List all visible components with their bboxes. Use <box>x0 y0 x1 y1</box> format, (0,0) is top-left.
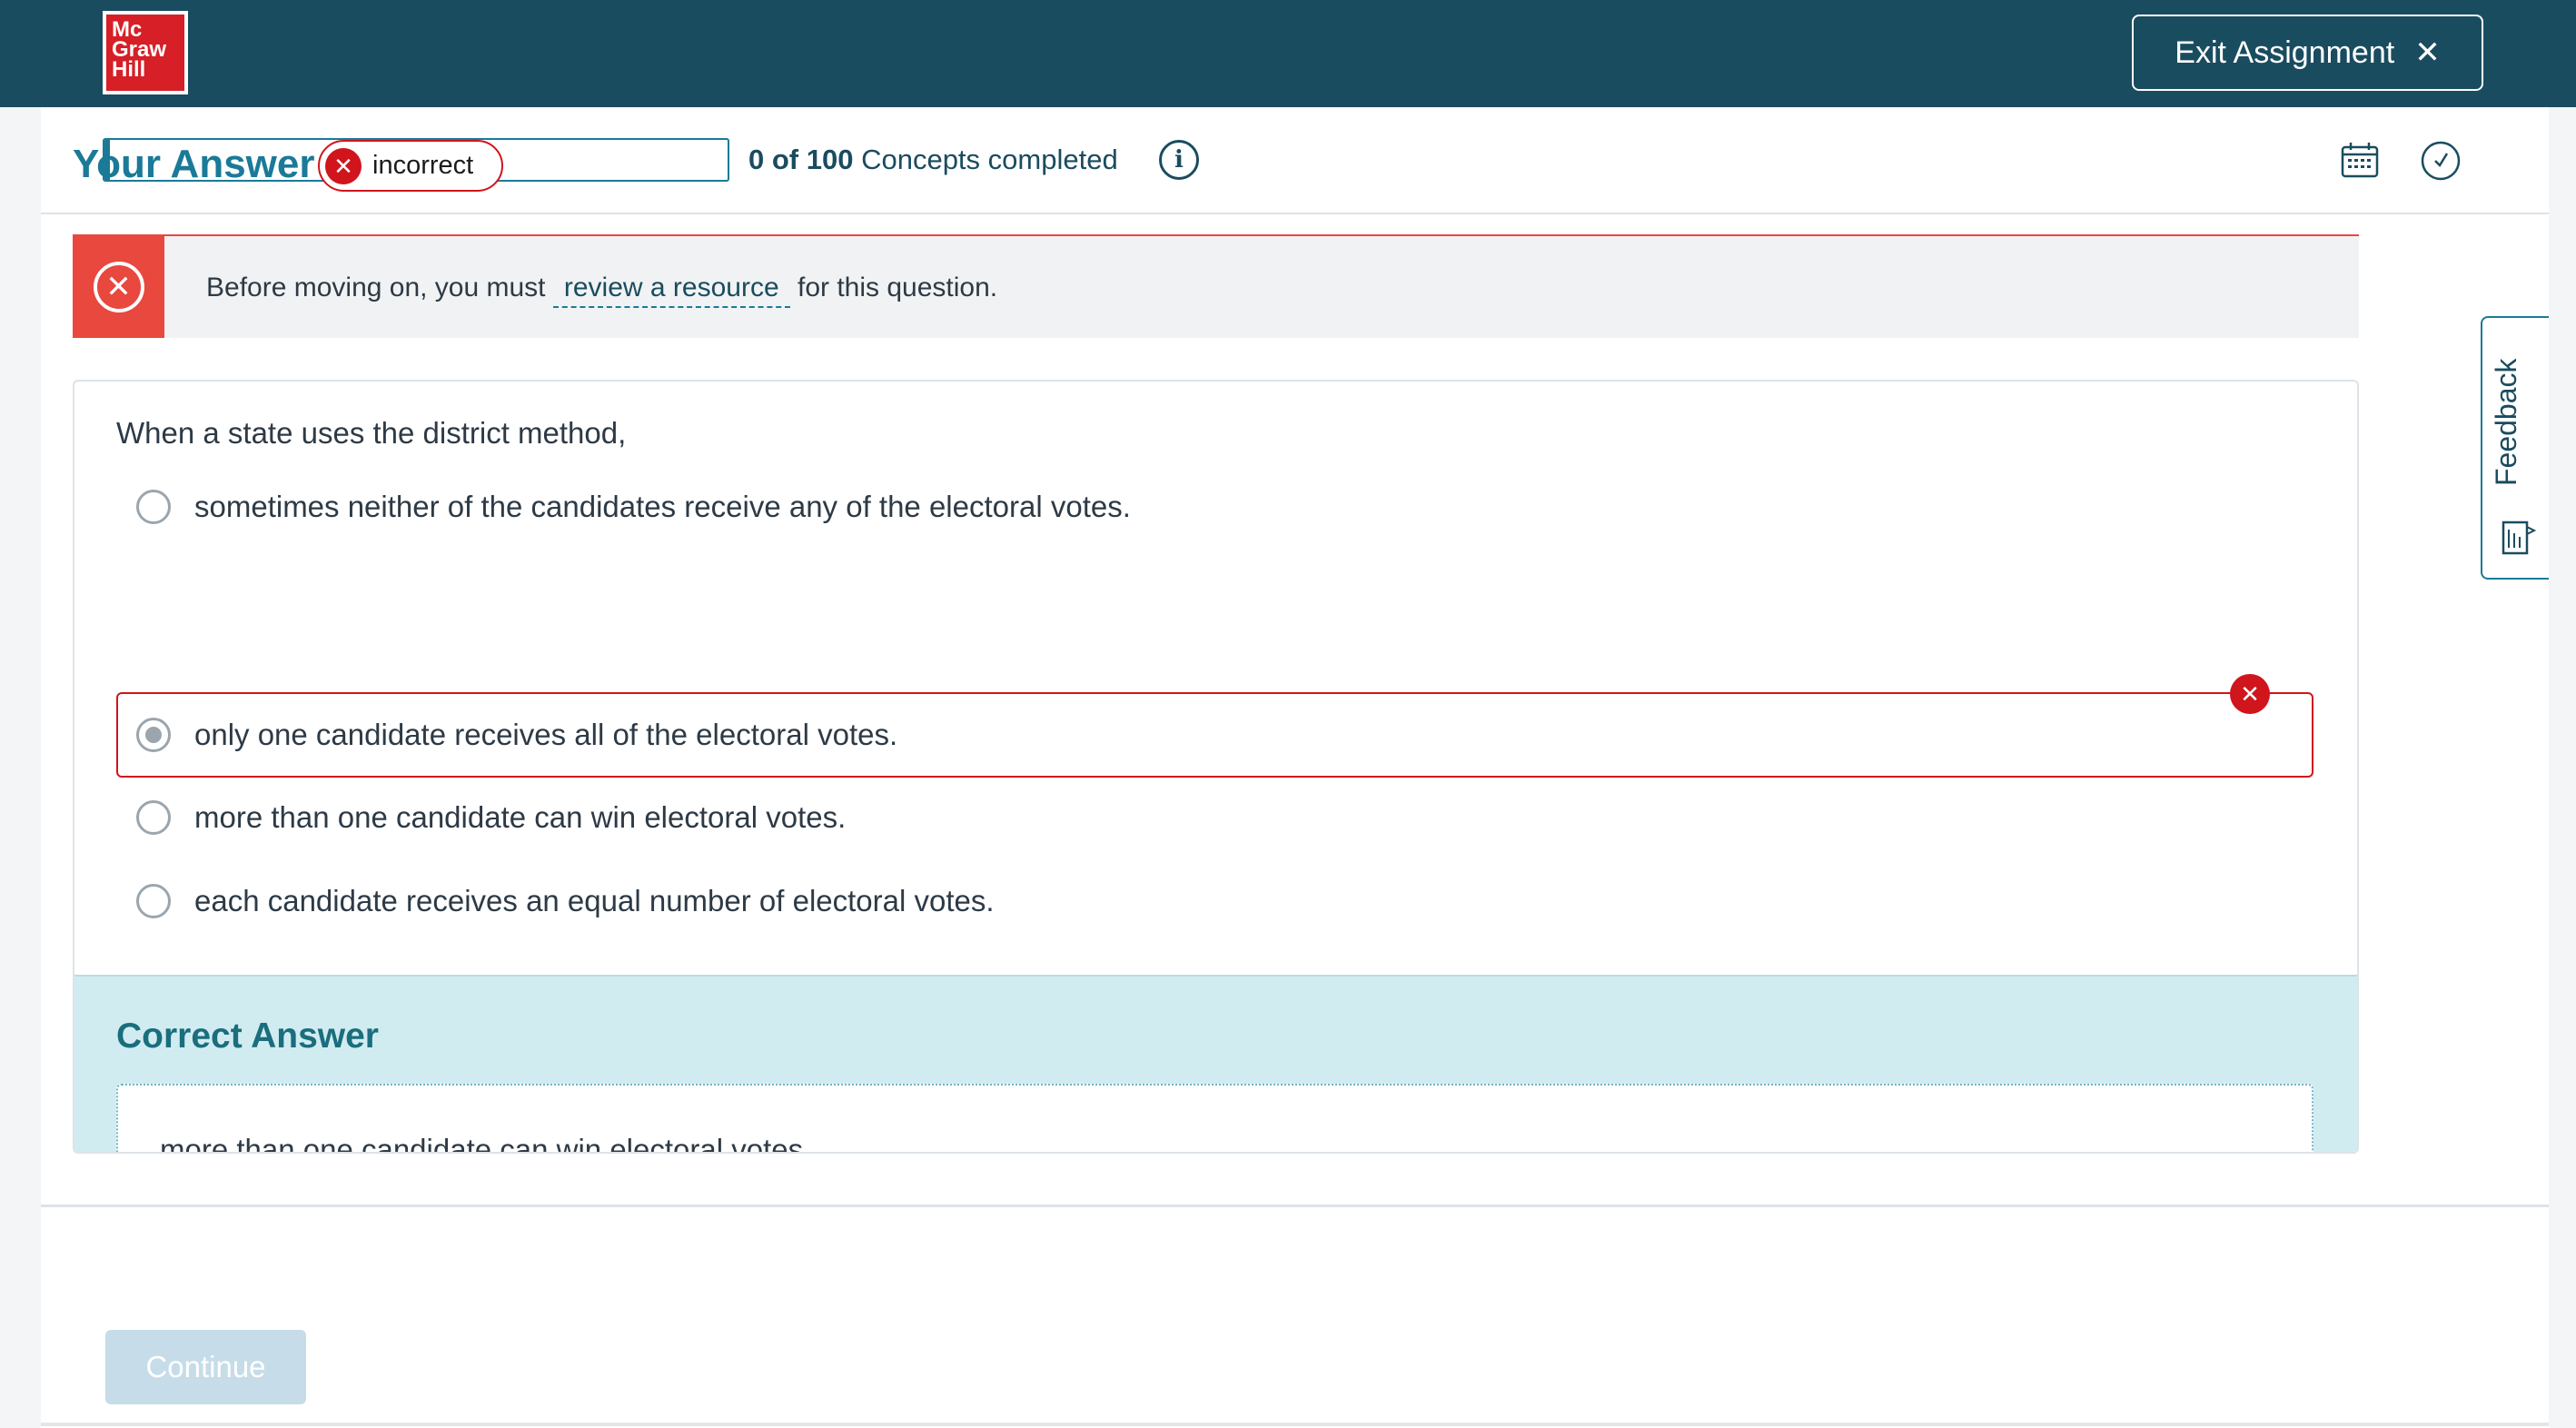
bottom-divider <box>41 1423 2549 1426</box>
answer-option[interactable]: each candidate receives an equal number … <box>116 859 2313 943</box>
alert-text-before: Before moving on, you must <box>206 273 546 302</box>
incorrect-marker-icon: ✕ <box>2230 674 2270 714</box>
answer-option[interactable]: more than one candidate can win electora… <box>116 776 2313 859</box>
answer-option-label: only one candidate receives all of the e… <box>194 718 898 751</box>
progress-suffix: Concepts completed <box>861 144 1118 175</box>
correct-answer-section: Correct Answer more than one candidate c… <box>74 975 2357 1154</box>
incorrect-badge-label: incorrect <box>372 151 474 180</box>
answer-option-label: sometimes neither of the candidates rece… <box>194 490 1131 523</box>
clock-icon[interactable] <box>2420 140 2462 182</box>
progress-count: 0 of 100 <box>748 144 854 175</box>
error-circle-icon: ✕ <box>93 262 144 312</box>
info-icon[interactable]: i <box>1159 140 1199 180</box>
error-icon: ✕ <box>325 147 362 184</box>
radio-button[interactable] <box>136 490 171 524</box>
feedback-label: Feedback <box>2490 358 2522 487</box>
question-stem: When a state uses the district method, <box>116 416 627 450</box>
close-icon: ✕ <box>2414 35 2441 70</box>
correct-answer-heading: Correct Answer <box>116 1016 379 1056</box>
exit-assignment-button[interactable]: Exit Assignment ✕ <box>2132 15 2483 91</box>
alert-icon-box: ✕ <box>73 236 164 338</box>
alert-message: Before moving on, you must review a reso… <box>206 273 998 308</box>
footer-divider <box>41 1205 2549 1207</box>
top-bar: Mc Graw Hill Exit Assignment ✕ <box>0 0 2576 107</box>
calendar-icon[interactable] <box>2341 142 2379 178</box>
answer-option-label: each candidate receives an equal number … <box>194 884 995 917</box>
feedback-tab[interactable]: Feedback <box>2481 316 2549 580</box>
radio-button[interactable] <box>136 800 171 835</box>
your-answer-heading: Your Answer <box>73 142 315 186</box>
review-resource-link[interactable]: review a resource <box>552 273 790 308</box>
answer-option[interactable]: sometimes neither of the candidates rece… <box>116 465 2313 549</box>
answer-option-label: more than one candidate can win electora… <box>194 800 847 834</box>
exit-assignment-label: Exit Assignment <box>2175 35 2395 70</box>
radio-button-selected[interactable] <box>136 718 171 752</box>
correct-answer-box: more than one candidate can win electora… <box>116 1084 2313 1154</box>
incorrect-badge: ✕ incorrect <box>318 140 503 192</box>
feedback-icon <box>2502 521 2537 555</box>
review-alert: ✕ Before moving on, you must review a re… <box>73 234 2359 338</box>
progress-text: 0 of 100 Concepts completed <box>748 144 1118 176</box>
radio-button[interactable] <box>136 884 171 918</box>
continue-button[interactable]: Continue <box>105 1330 306 1404</box>
question-card: When a state uses the district method, s… <box>73 380 2359 1154</box>
mcgraw-hill-logo: Mc Graw Hill <box>103 11 188 94</box>
logo-line: Hill <box>112 57 146 82</box>
answer-option-selected[interactable]: only one candidate receives all of the e… <box>116 674 2313 778</box>
correct-answer-text: more than one candidate can win electora… <box>160 1133 812 1154</box>
alert-text-after: for this question. <box>797 273 998 302</box>
